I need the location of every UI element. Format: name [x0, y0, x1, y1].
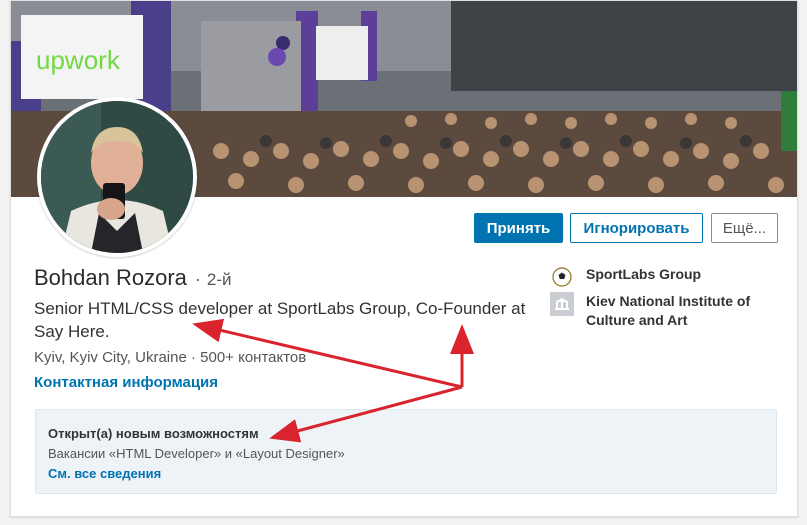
more-button[interactable]: Ещё... — [711, 213, 778, 243]
school-item[interactable]: Kiev National Institute of Culture and A… — [550, 292, 776, 330]
company-item[interactable]: SportLabs Group — [550, 265, 776, 289]
open-to-description: Вакансии «HTML Developer» и «Layout Desi… — [48, 446, 345, 461]
upwork-logo-text: upwork — [36, 45, 121, 75]
profile-card: upwork Принять Игнорировать Ещё... Bohda… — [10, 0, 798, 517]
profile-location: Kyiv, Kyiv City, Ukraine · 500+ контакто… — [34, 349, 307, 366]
ignore-button[interactable]: Игнорировать — [570, 213, 703, 243]
soccer-ball-icon — [550, 265, 574, 289]
person-photo-icon — [41, 101, 193, 253]
contact-info-link[interactable]: Контактная информация — [34, 374, 218, 391]
profile-name: Bohdan Rozora — [34, 265, 187, 290]
school-icon — [550, 292, 574, 316]
company-name: SportLabs Group — [586, 266, 702, 282]
school-name: Kiev National Institute of Culture and A… — [586, 293, 751, 328]
open-to-opportunities-box: Открыт(а) новым возможностям Вакансии «H… — [35, 409, 777, 494]
open-to-title: Открыт(а) новым возможностям — [48, 426, 259, 441]
name-separator: · — [194, 269, 201, 289]
profile-photo[interactable] — [37, 97, 197, 257]
see-all-details-link[interactable]: См. все сведения — [48, 466, 161, 481]
connection-degree: 2-й — [206, 270, 232, 289]
name-row: Bohdan Rozora · 2-й — [34, 265, 232, 291]
accept-button[interactable]: Принять — [474, 213, 563, 243]
profile-headline: Senior HTML/CSS developer at SportLabs G… — [34, 299, 526, 341]
